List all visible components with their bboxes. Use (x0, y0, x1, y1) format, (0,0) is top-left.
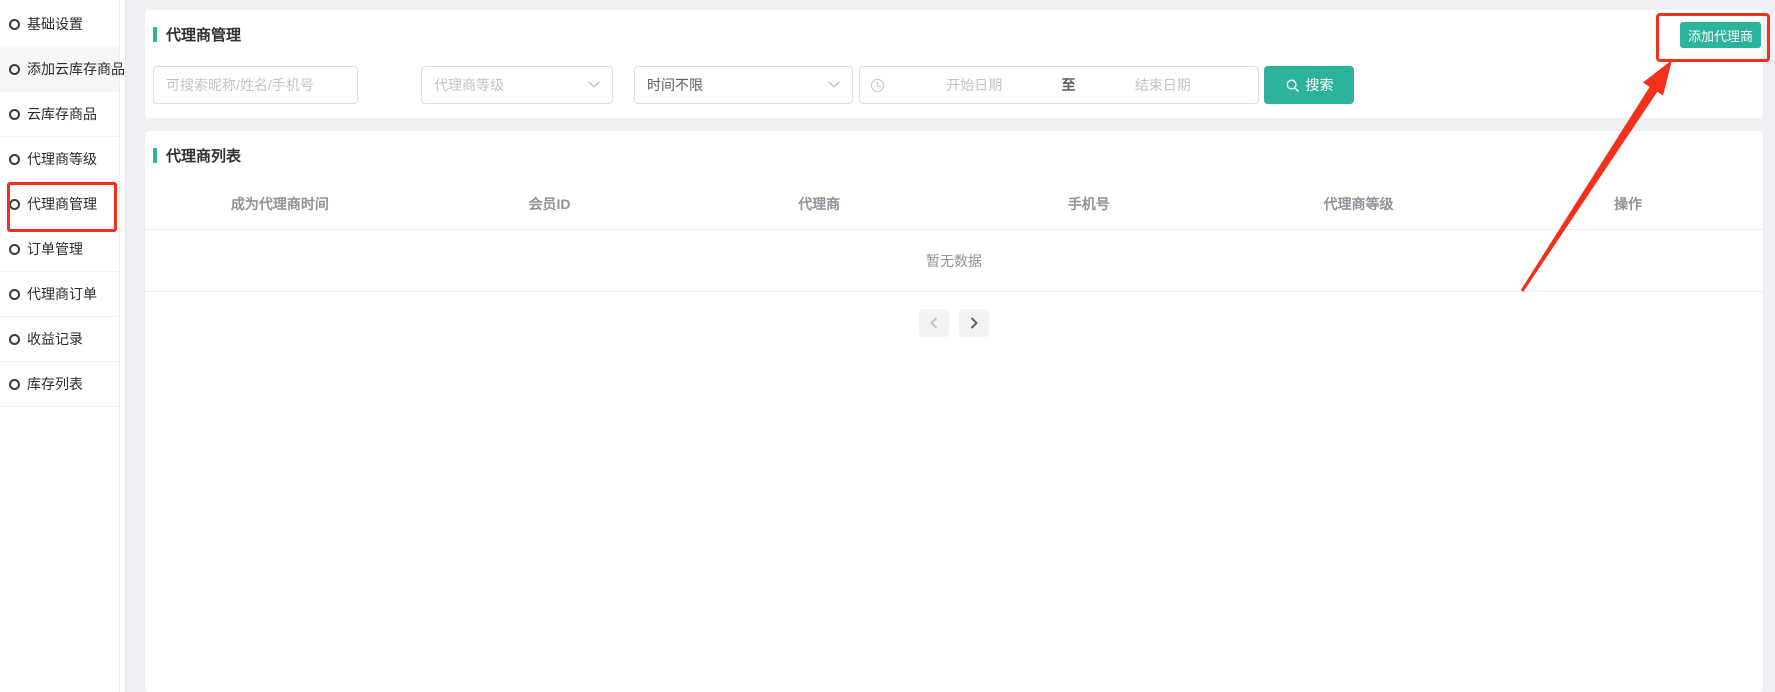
sidebar: 基础设置 添加云库存商品 云库存商品 代理商等级 代理商管理 订单管理 代理商订… (0, 0, 120, 692)
add-agent-button[interactable]: 添加代理商 (1680, 22, 1761, 48)
chevron-left-icon (929, 317, 939, 329)
circle-icon (9, 154, 20, 165)
chevron-down-icon (828, 76, 840, 94)
sidebar-item-stock-list[interactable]: 库存列表 (0, 362, 119, 407)
agent-level-select[interactable]: 代理商等级 (421, 66, 613, 104)
circle-icon (9, 334, 20, 345)
filter-card: 代理商管理 代理商等级 时间不限 (145, 10, 1763, 118)
main-content: 代理商管理 代理商等级 时间不限 (126, 0, 1775, 692)
column-header-agent: 代理商 (684, 194, 954, 214)
column-header-member-id: 会员ID (415, 194, 685, 214)
sidebar-item-order-management[interactable]: 订单管理 (0, 227, 119, 272)
date-range-separator: 至 (1060, 75, 1078, 95)
empty-state-text: 暂无数据 (145, 230, 1763, 292)
pagination-next-button[interactable] (959, 309, 989, 337)
sidebar-item-label: 代理商等级 (27, 149, 97, 169)
sidebar-item-label: 订单管理 (27, 239, 83, 259)
section-title-agent-list: 代理商列表 (145, 146, 1763, 164)
circle-icon (9, 64, 20, 75)
sidebar-item-income-records[interactable]: 收益记录 (0, 317, 119, 362)
column-header-phone: 手机号 (954, 194, 1224, 214)
time-range-select[interactable]: 时间不限 (634, 66, 853, 104)
keyword-search-input[interactable] (153, 66, 358, 104)
filter-row: 代理商等级 时间不限 至 (153, 66, 1763, 104)
column-header-actions: 操作 (1493, 194, 1763, 214)
sidebar-item-add-cloud-stock-product[interactable]: 添加云库存商品 (0, 47, 119, 92)
chevron-down-icon (588, 76, 600, 94)
column-header-become-agent-time: 成为代理商时间 (145, 194, 415, 214)
sidebar-item-basic-settings[interactable]: 基础设置 (0, 2, 119, 47)
title-accent-bar (153, 27, 157, 42)
magnifier-icon (1285, 78, 1300, 93)
sidebar-item-agent-management[interactable]: 代理商管理 (0, 182, 119, 227)
sidebar-item-label: 基础设置 (27, 14, 83, 34)
search-button[interactable]: 搜索 (1264, 66, 1354, 104)
chevron-right-icon (969, 317, 979, 329)
table-header-row: 成为代理商时间 会员ID 代理商 手机号 代理商等级 操作 (145, 178, 1763, 230)
circle-icon (9, 289, 20, 300)
sidebar-item-label: 库存列表 (27, 374, 83, 394)
title-accent-bar (153, 148, 157, 163)
page-title: 代理商管理 (166, 24, 241, 45)
sidebar-item-label: 添加云库存商品 (27, 59, 125, 79)
sidebar-item-agent-levels[interactable]: 代理商等级 (0, 137, 119, 182)
sidebar-item-label: 代理商订单 (27, 284, 97, 304)
pagination-prev-button[interactable] (919, 309, 949, 337)
select-value: 时间不限 (647, 75, 703, 95)
column-header-agent-level: 代理商等级 (1224, 194, 1494, 214)
select-placeholder: 代理商等级 (434, 75, 504, 95)
sidebar-item-label: 收益记录 (27, 329, 83, 349)
circle-icon (9, 244, 20, 255)
sidebar-item-label: 云库存商品 (27, 104, 97, 124)
pagination (145, 309, 1763, 337)
circle-icon (9, 109, 20, 120)
list-title: 代理商列表 (166, 145, 241, 166)
search-button-label: 搜索 (1306, 75, 1334, 95)
date-range-picker[interactable]: 至 (859, 66, 1259, 104)
sidebar-item-label: 代理商管理 (27, 194, 97, 214)
end-date-input[interactable] (1078, 76, 1249, 94)
clock-icon (870, 78, 885, 93)
sidebar-item-agent-orders[interactable]: 代理商订单 (0, 272, 119, 317)
circle-icon (9, 379, 20, 390)
circle-icon (9, 19, 20, 30)
circle-icon (9, 199, 20, 210)
section-title-agent-management: 代理商管理 (153, 25, 1763, 43)
app-root: 基础设置 添加云库存商品 云库存商品 代理商等级 代理商管理 订单管理 代理商订… (0, 0, 1775, 692)
start-date-input[interactable] (889, 76, 1060, 94)
agent-list-card: 代理商列表 成为代理商时间 会员ID 代理商 手机号 代理商等级 操作 暂无数据 (145, 131, 1763, 692)
sidebar-item-cloud-stock-products[interactable]: 云库存商品 (0, 92, 119, 137)
